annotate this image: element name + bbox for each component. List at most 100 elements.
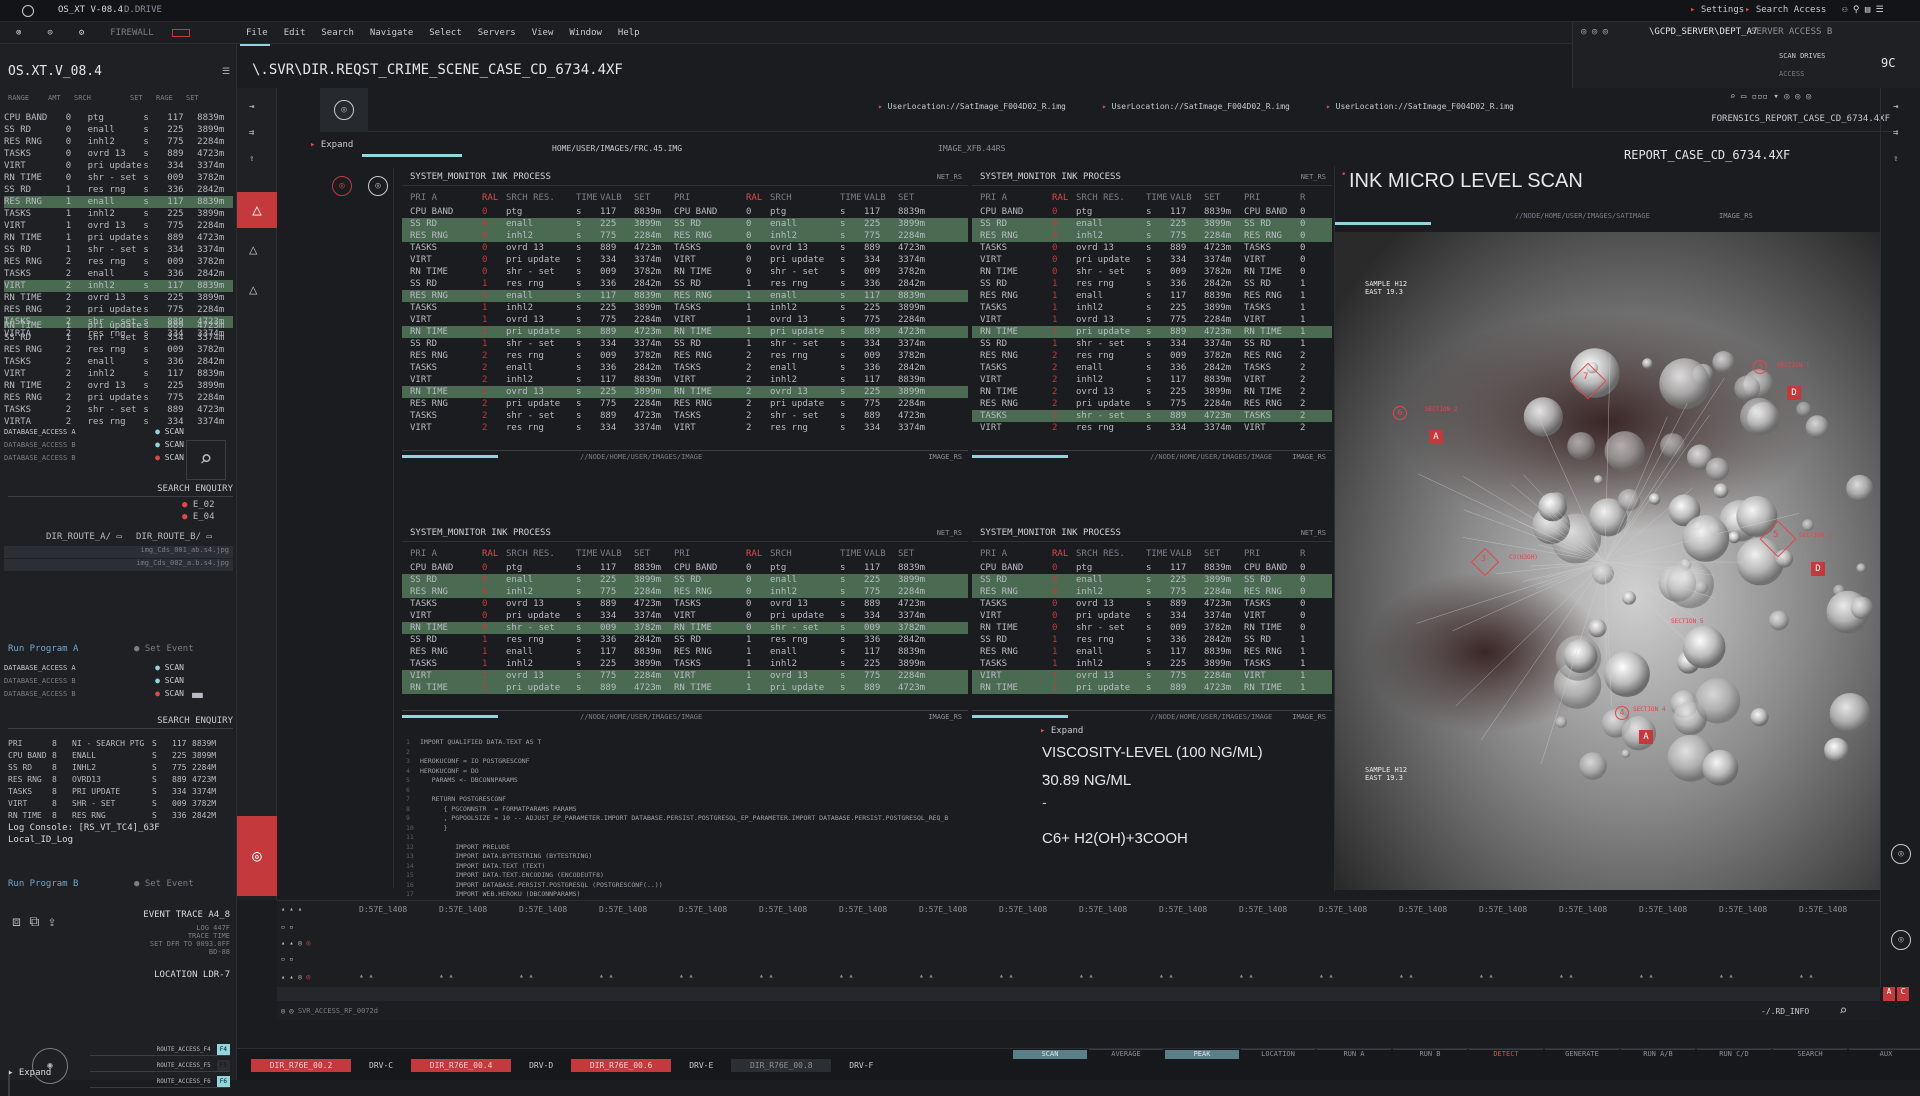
table-row[interactable]: RES RNG1enalls1178839mRES RNG1enalls1178… <box>402 290 968 302</box>
table-row[interactable]: RN TIME8RES RNGS3362842M <box>8 810 233 822</box>
dir-tab[interactable]: DIR_R76E_00.6 <box>571 1059 671 1072</box>
timeline-track-cell[interactable]: ▴ ▴ <box>1159 971 1239 980</box>
svr-access-row[interactable]: ◎ ◎ SVR_ACCESS_RF_0072d <box>281 1007 378 1015</box>
action-button[interactable]: SEARCH <box>1773 1049 1847 1058</box>
table-row[interactable]: SS RD1res rngs3362842mSS RD1 <box>972 634 1332 646</box>
expand-toggle[interactable]: ▸ Expand <box>310 140 353 150</box>
table-row[interactable]: CPU BAND0ptgs1178839mCPU BAND0ptgs117883… <box>402 206 968 218</box>
table-row[interactable]: SS RD1shr - sets3343374mSS RD1shr - sets… <box>402 338 968 350</box>
timeline-track-cell[interactable]: ▴ ▴ <box>759 971 839 980</box>
action-button[interactable]: AUX <box>1849 1049 1920 1058</box>
timeline-stamp[interactable]: D:57E_l408 <box>759 905 839 914</box>
table-row[interactable]: SS RD0enalls2253899mSS RD0 <box>972 574 1332 586</box>
timeline-stamp[interactable]: D:57E_l408 <box>1319 905 1399 914</box>
db-access-row[interactable]: DATABASE_ACCESS A● SCAN <box>4 426 184 439</box>
table-row[interactable]: RES RNG0inhl2s7752284mRES RNG0 <box>972 586 1332 598</box>
file-tab-1[interactable]: ▸ UserLocation://SatImage_F004D02_R.img <box>878 102 1066 111</box>
action-button[interactable]: AVERAGE <box>1089 1049 1163 1058</box>
table-row[interactable]: RES RNG2res rngs0093782m <box>4 256 233 268</box>
table-row[interactable]: RES RNG0inhl2s7752284mRES RNG0 <box>972 230 1332 242</box>
table-row[interactable]: RN TIME2ovrd 13s2253899mRN TIME2 <box>972 386 1332 398</box>
ring-number-6[interactable]: 4 <box>1615 706 1629 720</box>
route-row[interactable]: ROUTE_ACCESS_F5F5 <box>90 1060 230 1072</box>
scan-toggle[interactable]: ● SCAN <box>155 452 184 465</box>
run-program-b[interactable]: Run Program B <box>8 879 78 889</box>
table-row[interactable]: RES RNG1enalls1178839m <box>4 196 233 208</box>
table-row[interactable]: TASKS0ovrd 13s8894723mTASKS0ovrd 13s8894… <box>402 598 968 610</box>
db-access-row[interactable]: DATABASE_ACCESS B● SCAN <box>4 688 184 701</box>
transport-icons[interactable]: ⧈ ⧉ ⇪ <box>12 914 56 930</box>
table-row[interactable]: VIRT1ovrd 13s7752284m <box>4 220 233 232</box>
scan-toggle[interactable]: ● SCAN <box>155 688 184 701</box>
table-row[interactable]: VIRT0pri updates3343374m <box>4 160 233 172</box>
table-row[interactable]: VIRT2inhl2s1178839m <box>4 368 233 380</box>
timeline-stamp[interactable]: D:57E_l408 <box>359 905 439 914</box>
menu-search[interactable]: Search <box>313 28 362 38</box>
window-controls[interactable]: ⚇ ⚲ ▤ ☰ <box>1842 5 1884 15</box>
table-row[interactable]: VIRT2inhl2s1178839m <box>4 280 233 292</box>
timeline-track-cell[interactable]: ▴ ▴ <box>359 971 439 980</box>
dir-tab[interactable]: DIR_R76E_00.2 <box>251 1059 351 1072</box>
timeline-stamp[interactable]: D:57E_l408 <box>1719 905 1799 914</box>
timeline-stamp[interactable]: D:57E_l408 <box>519 905 599 914</box>
tab-home[interactable]: ◎ <box>320 88 368 132</box>
table-row[interactable]: SS RD0enalls2253899mSS RD0enalls2253899m <box>402 574 968 586</box>
route-b[interactable]: DIR_ROUTE_B/ ▭ <box>136 532 212 542</box>
target-red-icon[interactable]: ◎ <box>237 816 277 896</box>
server-tool-icons[interactable]: ◎ ◎ ◎ <box>1581 27 1608 37</box>
timeline-track-cell[interactable]: ▴ ▴ <box>1719 971 1799 980</box>
action-button[interactable]: RUN C/D <box>1697 1049 1771 1058</box>
timeline-stamp[interactable]: D:57E_l408 <box>1399 905 1479 914</box>
route-row[interactable]: ROUTE_ACCESS_F6F6 <box>90 1076 230 1088</box>
gear-icon[interactable]: ⚙ <box>71 28 92 38</box>
table-row[interactable]: SS RD0enalls2253899mSS RD0enalls2253899m <box>402 218 968 230</box>
action-button[interactable]: RUN A <box>1317 1049 1391 1058</box>
table-row[interactable]: VIRT1ovrd 13s7752284mVIRT1 <box>972 670 1332 682</box>
table-row[interactable]: RN TIME0shr - sets0093782mRN TIME0shr - … <box>402 622 968 634</box>
timeline-track-cell[interactable]: ▴ ▴ <box>1479 971 1559 980</box>
triangle-icon[interactable]: △ <box>249 282 257 298</box>
timeline-track-cell[interactable]: ▴ ▴ <box>999 971 1079 980</box>
timeline-track-cell[interactable]: ▴ ▴ <box>1319 971 1399 980</box>
table-row[interactable]: SS RD1res rngs3362842mSS RD1res rngs3362… <box>402 634 968 646</box>
menu-file[interactable]: File <box>238 28 276 38</box>
table-row[interactable]: RES RNG2pri updates7752284mRES RNG2pri u… <box>402 398 968 410</box>
timeline-track-cell[interactable]: ▴ ▴ <box>1559 971 1639 980</box>
table-row[interactable]: RES RNG2res rngs0093782mRES RNG2res rngs… <box>402 350 968 362</box>
timeline-stamp[interactable]: D:57E_l408 <box>1479 905 1559 914</box>
track-marker-c[interactable]: C <box>1897 987 1909 1001</box>
timeline-stamp[interactable]: D:57E_l408 <box>1559 905 1639 914</box>
timeline-track-cell[interactable]: ▴ ▴ <box>919 971 999 980</box>
table-row[interactable]: VIRT0pri updates3343374mVIRT0pri updates… <box>402 610 968 622</box>
action-button[interactable]: RUN A/B <box>1621 1049 1695 1058</box>
table-row[interactable]: RES RNG2pri updates7752284mRES RNG2 <box>972 398 1332 410</box>
route-a[interactable]: DIR_ROUTE_A/ ▭ <box>46 532 122 542</box>
table-row[interactable]: CPU BAND0ptgs1178839m <box>4 112 233 124</box>
table-row[interactable]: SS RD1res rngs3362842mSS RD1res rngs3362… <box>402 278 968 290</box>
table-row[interactable]: TASKS1inhl2s2253899m <box>4 208 233 220</box>
table-row[interactable]: TASKS0ovrd 13s8894723mTASKS0 <box>972 598 1332 610</box>
track-controls-1[interactable]: ▴ ▴ ▴ <box>281 905 302 913</box>
table-row[interactable]: CPU BAND8ENALLS2253899M <box>8 750 233 762</box>
timeline-stamp[interactable]: D:57E_l408 <box>439 905 519 914</box>
route-row[interactable]: ROUTE_ACCESS_F4F4 <box>90 1044 230 1056</box>
table-row[interactable]: VIRT0pri updates3343374mVIRT0 <box>972 610 1332 622</box>
table-row[interactable]: RES RNG1enalls1178839mRES RNG1 <box>972 290 1332 302</box>
timeline-track-cell[interactable]: ▴ ▴ <box>519 971 599 980</box>
table-row[interactable]: VIRT1ovrd 13s7752284mVIRT1ovrd 13s775228… <box>402 670 968 682</box>
dir-tab[interactable]: DIR_R76E_00.8 <box>731 1059 831 1072</box>
timeline-stamp[interactable]: D:57E_l408 <box>1079 905 1159 914</box>
table-row[interactable]: SS RD1shr - sets3343374m <box>4 332 233 344</box>
db-access-row[interactable]: DATABASE_ACCESS B● SCAN <box>4 439 184 452</box>
db-access-row[interactable]: DATABASE_ACCESS B● SCAN <box>4 452 184 465</box>
run-program-a[interactable]: Run Program A <box>8 644 78 654</box>
table-row[interactable]: TASKS2shr - sets8894723mTASKS2shr - sets… <box>402 410 968 422</box>
table-row[interactable]: RES RNG2res rngs0093782mRES RNG2 <box>972 350 1332 362</box>
table-row[interactable]: RES RNG8OVRD13S8894723M <box>8 774 233 786</box>
target-icon[interactable]: ◉ <box>32 1048 68 1084</box>
table-row[interactable]: SS RD0enalls2253899m <box>4 124 233 136</box>
timeline-track-cell[interactable]: ▴ ▴ <box>1639 971 1719 980</box>
panel-target[interactable]: ◎ <box>322 168 362 208</box>
table-row[interactable]: VIRT0pri updates3343374mVIRT0 <box>972 254 1332 266</box>
table-row[interactable]: TASKS1inhl2s2253899mTASKS1inhl2s2253899m <box>402 658 968 670</box>
